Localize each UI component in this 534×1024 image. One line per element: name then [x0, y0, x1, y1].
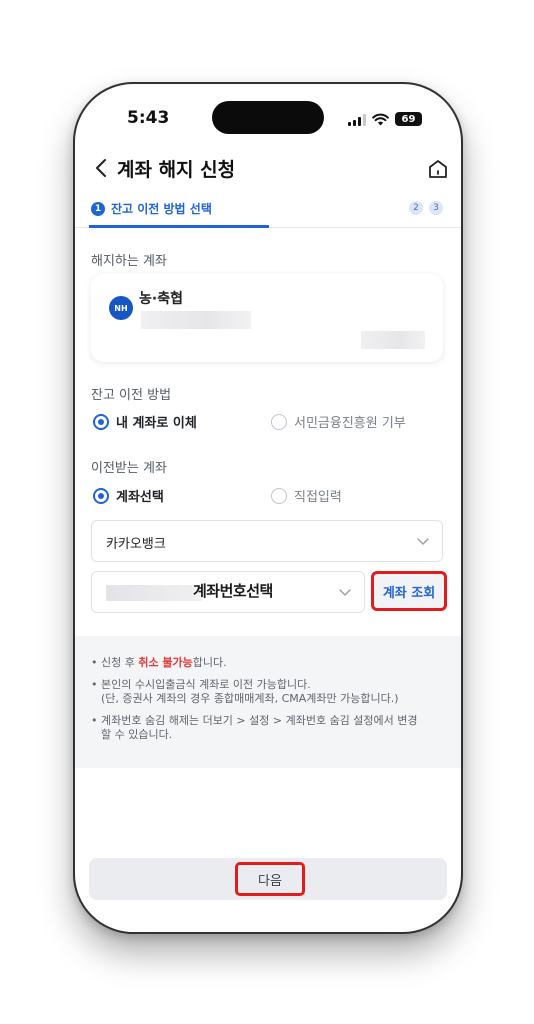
radio-own-account[interactable]: 내 계좌로 이체	[93, 412, 197, 431]
chevron-down-icon	[417, 538, 429, 545]
chevron-down-icon	[339, 589, 351, 596]
step-active-underline	[89, 225, 269, 228]
radio-donate[interactable]: 서민금융진흥원 기부	[271, 412, 406, 431]
radio-select-account-label: 계좌선택	[116, 490, 164, 505]
radio-select-account[interactable]: 계좌선택	[93, 486, 164, 505]
radio-direct-input-label: 직접입력	[294, 490, 342, 505]
notice-text: 계좌번호 숨김 해제는 더보기 > 설정 > 계좌번호 숨김 설정에서 변경	[101, 714, 418, 727]
bank-logo: NH	[109, 296, 133, 320]
radio-own-account-label: 내 계좌로 이체	[116, 416, 197, 431]
battery-icon: 69	[395, 112, 422, 126]
closing-account-label: 해지하는 계좌	[91, 254, 167, 269]
notice-text: 신청 후	[101, 656, 139, 669]
status-time: 5:43	[127, 108, 170, 128]
next-button[interactable]: 다음	[235, 862, 305, 896]
account-number-redacted	[106, 585, 202, 601]
bank-select-value: 카카오뱅크	[106, 537, 166, 552]
account-card: NH 농·축협	[91, 274, 443, 362]
receiving-account-label: 이전받는 계좌	[91, 461, 167, 476]
notice-text: (단, 증권사 계좌의 경우 종합매매계좌, CMA계좌만 가능합니다.)	[101, 692, 399, 705]
bank-select[interactable]: 카카오뱅크	[91, 520, 443, 562]
app-header: 계좌 해지 신청	[75, 148, 461, 188]
radio-unchecked-icon[interactable]	[271, 413, 287, 430]
home-icon[interactable]	[427, 158, 449, 180]
bank-name: 농·축협	[139, 291, 183, 307]
phone-frame: 5:43 69 계좌 해지 신청 1 잔고 이전 방법 선택 2 3 해지하는 …	[73, 82, 463, 934]
notice-item: • 본인의 수시입출금식 계좌로 이전 가능합니다. (단, 증권사 계좌의 경우…	[91, 678, 399, 705]
step-indicator: 1 잔고 이전 방법 선택 2 3	[75, 196, 461, 228]
radio-donate-label: 서민금융진흥원 기부	[294, 416, 406, 431]
account-number-redacted	[141, 311, 251, 329]
step-1: 1 잔고 이전 방법 선택	[91, 200, 212, 217]
status-icons: 69	[348, 106, 422, 126]
dynamic-island	[212, 101, 324, 134]
notice-text: 합니다.	[192, 656, 227, 669]
wifi-icon	[372, 113, 389, 126]
step-1-number: 1	[91, 201, 105, 216]
notice-text: 본인의 수시입출금식 계좌로 이전 가능합니다.	[101, 678, 311, 691]
step-3-number: 3	[429, 201, 443, 215]
chevron-left-icon[interactable]	[91, 156, 113, 180]
page-title: 계좌 해지 신청	[117, 159, 236, 181]
radio-checked-icon[interactable]	[93, 413, 109, 430]
radio-checked-icon[interactable]	[93, 487, 109, 504]
transfer-method-label: 잔고 이전 방법	[91, 388, 172, 403]
notice-item: • 계좌번호 숨김 해제는 더보기 > 설정 > 계좌번호 숨김 설정에서 변경 …	[91, 714, 418, 741]
step-2-number: 2	[409, 201, 423, 215]
notice-warning-text: 취소 불가능	[138, 656, 193, 669]
account-lookup-button[interactable]: 계좌 조회	[371, 571, 447, 611]
notice-box: • 신청 후 취소 불가능합니다. • 본인의 수시입출금식 계좌로 이전 가능합니…	[75, 636, 461, 768]
radio-unchecked-icon[interactable]	[271, 487, 287, 504]
radio-direct-input[interactable]: 직접입력	[271, 486, 342, 505]
step-1-label: 잔고 이전 방법 선택	[111, 202, 212, 216]
account-select-overlay-label: 계좌번호선택	[193, 582, 273, 600]
notice-item: • 신청 후 취소 불가능합니다.	[91, 656, 227, 669]
signal-icon	[348, 114, 366, 126]
balance-redacted	[361, 331, 425, 349]
notice-text: 할 수 있습니다.	[101, 728, 173, 741]
app-screen: 5:43 69 계좌 해지 신청 1 잔고 이전 방법 선택 2 3 해지하는 …	[75, 84, 461, 932]
